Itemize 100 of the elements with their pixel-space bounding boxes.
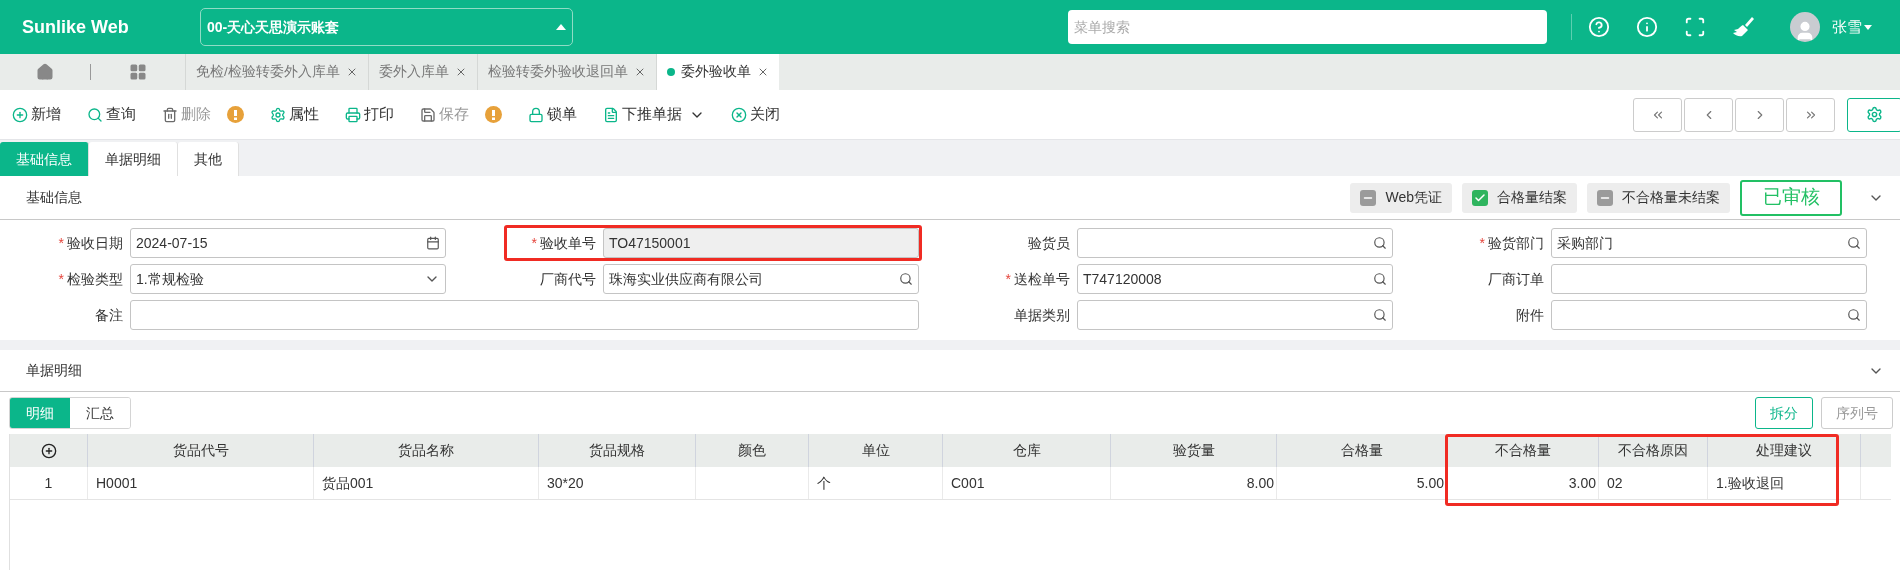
page-tab[interactable]: 委外验收单 [655,54,779,90]
column-header: 单位 [861,441,890,460]
avatar[interactable] [1790,12,1820,42]
field-label: 验收单号 [540,233,596,253]
section-title: 单据明细 [26,361,82,380]
search-icon[interactable] [1373,308,1387,322]
required-mark: * [531,233,537,253]
field-label: 备注 [95,305,123,325]
broom-icon[interactable] [1732,16,1756,38]
status-chip: 不合格量未结案 [1587,182,1730,213]
table-cell: 1.验收退回 [1708,467,1861,499]
field-label: 验货员 [1028,233,1070,253]
approval-stamp: 已审核 [1740,179,1842,216]
fullscreen-icon[interactable] [1684,16,1706,38]
search-field[interactable]: 菜单搜索 [1068,10,1547,44]
status-chip: Web凭证 [1350,182,1452,213]
pager-button[interactable] [1633,97,1682,132]
section-tab[interactable]: 单据明细 [89,142,178,176]
input-field[interactable]: T747120008 [1077,264,1393,294]
field-label: 单据类别 [1014,305,1070,325]
home-icon[interactable] [36,63,54,81]
pager-button[interactable] [1786,97,1835,132]
lock-icon [528,106,544,123]
settings-button[interactable] [1847,97,1900,132]
toolbar-button[interactable]: 锁单 [528,103,577,126]
logo: Sunlike Web [22,15,130,39]
page-tab[interactable]: 委外入库单 [367,54,477,90]
required-mark: * [58,269,64,289]
column-header: 不合格量 [1494,441,1551,460]
table-cell: 货品001 [314,467,539,499]
pager-button[interactable] [1735,97,1784,132]
toolbar-button[interactable]: 下推单据 [603,103,705,126]
input-field[interactable]: 采购部门 [1551,228,1867,258]
field-label: 送检单号 [1014,269,1070,289]
printer-icon [345,106,361,123]
search-icon[interactable] [1373,236,1387,250]
calendar-icon[interactable] [426,236,440,250]
input-field[interactable] [1077,300,1393,330]
settings-icon [1866,106,1883,123]
input-field[interactable]: TO47150001 [603,228,919,258]
field-label: 厂商代号 [540,269,596,289]
table-cell: 5.00 [1277,467,1447,499]
info-icon[interactable] [1636,16,1658,38]
search-icon[interactable] [1373,272,1387,286]
table-cell: 3.00 [1447,467,1599,499]
field-label: 验收日期 [67,233,123,253]
field-label: 检验类型 [67,269,123,289]
field-label: 附件 [1516,305,1544,325]
column-header: 不合格原因 [1618,441,1688,460]
toolbar-button[interactable]: 新增 [12,103,61,126]
input-field[interactable] [1551,300,1867,330]
column-header: 处理建议 [1756,441,1812,460]
table-cell: 1 [10,467,88,499]
status-chip: 合格量结案 [1462,182,1577,213]
table-cell: 30*20 [539,467,696,499]
table-cell: H0001 [88,467,314,499]
plus-circle-icon [12,106,28,123]
search-icon[interactable] [1847,308,1861,322]
field-label: 验货部门 [1488,233,1544,253]
required-mark: * [1479,233,1485,253]
column-header: 合格量 [1340,441,1383,460]
table-cell: C001 [943,467,1111,499]
page-tab[interactable]: 免检/检验转委外入库单 [185,54,368,90]
column-header: 验货量 [1172,441,1215,460]
document-icon [603,106,619,123]
pager-button[interactable] [1684,97,1733,132]
input-field[interactable]: 珠海实业供应商有限公司 [603,264,919,294]
trash-icon [162,106,178,123]
search-icon[interactable] [899,272,913,286]
toolbar-button[interactable]: 关闭 [731,103,780,126]
caret-up-icon [556,24,566,30]
grid-icon[interactable] [129,63,147,81]
toolbar-button[interactable]: 属性 [270,103,319,126]
column-header: 货品名称 [398,441,454,460]
section-title: 基础信息 [26,188,82,207]
page-tab[interactable]: 检验转委外验收退回单 [476,54,656,90]
column-header: 货品规格 [589,441,645,460]
field-label: 厂商订单 [1488,269,1544,289]
input-field[interactable]: 1.常规检验 [130,264,446,294]
table-cell: 8.00 [1111,467,1277,499]
table-cell: 02 [1599,467,1708,499]
input-field[interactable]: 2024-07-15 [130,228,446,258]
gear-icon [270,106,286,123]
column-header: 仓库 [1012,441,1041,460]
help-icon[interactable] [1588,16,1610,38]
input-field[interactable] [1551,264,1867,294]
required-mark: * [1005,269,1011,289]
column-header: 颜色 [738,441,766,460]
search-icon [87,106,103,123]
search-icon[interactable] [1847,236,1861,250]
section-tab[interactable]: 其他 [178,142,239,176]
add-row-icon[interactable] [40,442,57,459]
required-mark: * [58,233,64,253]
caret-down-icon [1864,24,1872,30]
toolbar-button[interactable]: 打印 [345,103,394,126]
input-field[interactable] [130,300,919,330]
toolbar-button[interactable]: 查询 [87,103,136,126]
input-field[interactable] [1077,228,1393,258]
close-icon [731,106,747,123]
table-cell: 个 [809,467,943,499]
